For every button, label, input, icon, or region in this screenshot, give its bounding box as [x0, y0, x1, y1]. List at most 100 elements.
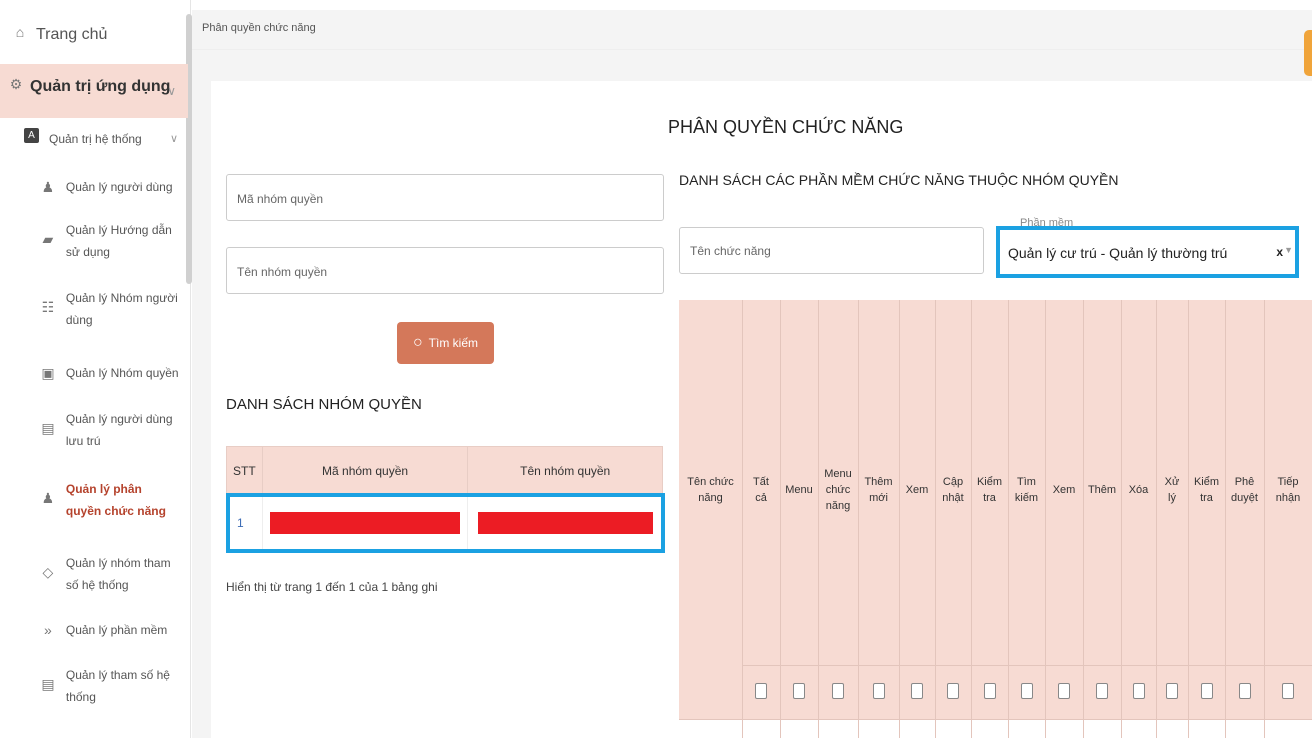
column-divider: [1156, 300, 1157, 738]
function-name-input[interactable]: Tên chức năng: [679, 227, 984, 274]
permission-checkbox[interactable]: [755, 683, 767, 699]
permission-code-placeholder: Mã nhóm quyền: [237, 192, 324, 206]
permission-col-header: Phê duyệt: [1231, 476, 1258, 504]
permission-name-input[interactable]: Tên nhóm quyền: [226, 247, 664, 294]
permission-checkbox[interactable]: [947, 683, 959, 699]
permission-col-header: Cập nhật: [942, 476, 964, 504]
sidebar-item-permission-groups[interactable]: ▣ Quản lý Nhóm quyền: [40, 362, 180, 384]
permission-table: Tên chức năng Tất cả Menu Menu chức năng Thêm mới…: [679, 300, 1312, 738]
user-icon: ♟: [41, 179, 55, 195]
divider: [742, 665, 1312, 666]
table-row[interactable]: 1: [226, 495, 663, 551]
sidebar-item-guide[interactable]: ▰ Quản lý Hướng dẫn sử dụng: [40, 219, 180, 263]
column-divider: [1225, 300, 1226, 738]
sidebar-item-label: Quản lý nhóm tham số hệ thống: [65, 556, 171, 592]
permission-col-header: Thêm: [1087, 484, 1117, 496]
sidebar-item-system-params[interactable]: ▤ Quản lý tham số hệ thống: [40, 664, 180, 708]
column-divider: [971, 300, 972, 738]
sidebar-item-software[interactable]: » Quản lý phần mềm: [40, 619, 180, 641]
side-toggle-button[interactable]: [1304, 30, 1312, 76]
dropdown-arrow-icon: ▼: [1284, 245, 1293, 255]
sidebar-item-label: Quản lý người dùng: [65, 180, 173, 194]
permission-checkbox[interactable]: [1282, 683, 1294, 699]
permission-checkbox[interactable]: [1058, 683, 1070, 699]
column-divider: [858, 300, 859, 738]
group-list-title: DANH SÁCH NHÓM QUYỀN: [226, 396, 422, 413]
column-divider: [1045, 300, 1046, 738]
search-button[interactable]: ○ Tìm kiếm: [397, 322, 494, 364]
function-name-placeholder: Tên chức năng: [690, 244, 771, 258]
sidebar-item-users[interactable]: ♟ Quản lý người dùng: [40, 176, 180, 198]
col-name: Tên nhóm quyền: [467, 446, 663, 496]
column-divider: [818, 300, 819, 738]
sidebar-item-label: Quản lý tham số hệ thống: [65, 668, 170, 704]
permission-col-header: Kiểm tra: [976, 476, 1003, 504]
breadcrumb-label: Phân quyền chức năng: [202, 22, 316, 34]
permission-code-input[interactable]: Mã nhóm quyền: [226, 174, 664, 221]
software-select[interactable]: Quản lý cư trú - Quản lý thường trú x ▼: [996, 226, 1299, 278]
document-icon: ▤: [41, 420, 55, 436]
book-icon: ▰: [42, 231, 54, 247]
permission-col-header: Tiếp nhận: [1275, 476, 1301, 504]
breadcrumb: Phân quyền chức năng: [192, 10, 1312, 50]
list-icon: ▤: [41, 676, 55, 692]
column-divider: [935, 300, 936, 738]
col-stt: STT: [226, 446, 263, 496]
chevron-down-icon: ∨: [167, 84, 176, 98]
chevrons-right-icon: »: [44, 622, 52, 638]
sidebar-item-user-groups[interactable]: ☷ Quản lý Nhóm người dùng: [40, 287, 180, 331]
sidebar-item-label: Quản lý Nhóm quyền: [65, 366, 179, 380]
sidebar-item-label: Quản lý Nhóm người dùng: [65, 291, 178, 327]
column-divider: [1008, 300, 1009, 738]
sidebar-item-label: Trang chủ: [36, 26, 108, 43]
permission-checkbox[interactable]: [1020, 683, 1033, 699]
sidebar: ⌂ Trang chủ ⚙ Quản trị ứng dụng ∨ A Quản…: [0, 0, 192, 738]
permission-checkbox[interactable]: [1166, 683, 1178, 699]
software-select-value: Quản lý cư trú - Quản lý thường trú: [1008, 245, 1228, 261]
permission-col-header: Tìm kiếm: [1014, 476, 1039, 504]
permission-checkbox[interactable]: [983, 683, 996, 699]
user-icon: ♟: [41, 490, 55, 506]
sidebar-item-home[interactable]: ⌂ Trang chủ: [12, 24, 108, 46]
sidebar-item-admin[interactable]: ⚙ Quản trị ứng dụng ∨: [0, 64, 188, 118]
permission-checkbox[interactable]: [832, 683, 844, 699]
sidebar-item-system-param-groups[interactable]: ◇ Quản lý nhóm tham số hệ thống: [40, 552, 180, 596]
search-icon: ○: [412, 334, 423, 351]
table-body-start: [679, 720, 1312, 738]
sidebar-item-system[interactable]: A Quản trị hệ thống ∨: [24, 128, 178, 150]
column-divider: [1264, 300, 1265, 738]
permission-checkbox[interactable]: [1132, 683, 1145, 699]
column-divider: [899, 300, 900, 738]
sidebar-item-label: Quản lý phân quyền chức năng: [65, 482, 166, 518]
redaction-bar: [477, 512, 653, 534]
permission-name-placeholder: Tên nhóm quyền: [237, 265, 328, 279]
clear-icon[interactable]: x: [1276, 245, 1283, 259]
col-code: Mã nhóm quyền: [261, 446, 469, 496]
permission-col-header: Tên chức năng: [687, 476, 734, 504]
column-divider: [742, 300, 743, 738]
permission-col-header: Xử lý: [1164, 476, 1180, 504]
sidebar-item-resident-users[interactable]: ▤ Quản lý người dùng lưu trú: [40, 408, 180, 452]
row-stt[interactable]: 1: [226, 495, 263, 551]
permission-checkbox[interactable]: [1238, 683, 1251, 699]
search-button-label: Tìm kiếm: [428, 336, 478, 350]
permission-checkbox[interactable]: [793, 683, 805, 699]
permission-checkbox[interactable]: [911, 683, 923, 699]
sidebar-item-label: Quản trị hệ thống: [49, 132, 142, 146]
diamond-icon: ◇: [42, 564, 54, 580]
permission-col-header: Menu chức năng: [824, 468, 852, 512]
sidebar-item-function-permissions[interactable]: ♟ Quản lý phân quyền chức năng: [40, 478, 180, 522]
permission-col-header: Menu: [785, 484, 813, 496]
row-code-redacted: [261, 495, 469, 551]
permission-col-header: Kiểm tra: [1193, 476, 1220, 504]
id-card-icon: ▣: [41, 365, 55, 381]
sidebar-item-label: Quản lý Hướng dẫn sử dụng: [65, 223, 172, 259]
permission-checkbox[interactable]: [1096, 683, 1108, 699]
permission-col-header: Xóa: [1128, 484, 1149, 496]
page-title: PHÂN QUYỀN CHỨC NĂNG: [668, 117, 904, 137]
permission-checkbox[interactable]: [872, 683, 885, 699]
column-divider: [1121, 300, 1122, 738]
permission-checkbox[interactable]: [1200, 683, 1213, 699]
permission-col-header: Tất cả: [753, 476, 769, 504]
sidebar-item-label: Quản lý người dùng lưu trú: [65, 412, 173, 448]
